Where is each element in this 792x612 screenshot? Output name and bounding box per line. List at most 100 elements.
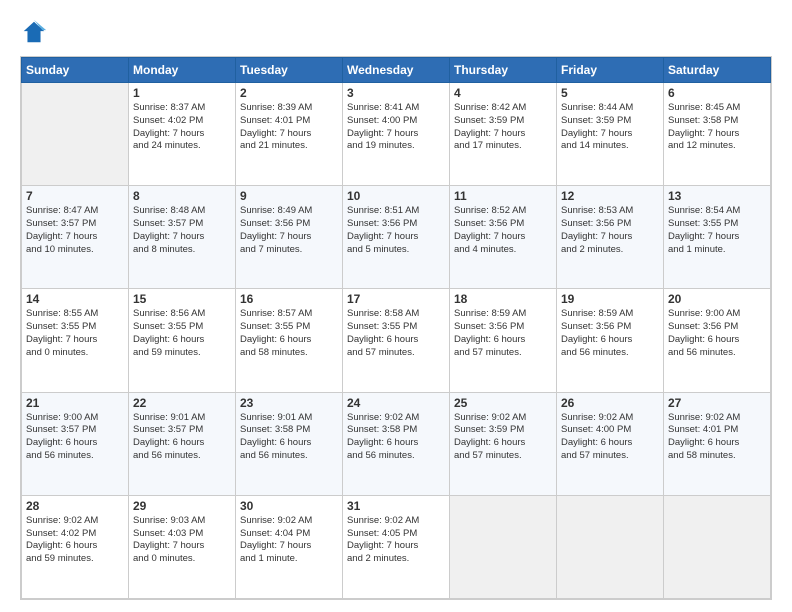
calendar-cell: 24Sunrise: 9:02 AM Sunset: 3:58 PM Dayli… — [343, 392, 450, 495]
calendar-cell: 5Sunrise: 8:44 AM Sunset: 3:59 PM Daylig… — [557, 83, 664, 186]
day-number: 15 — [133, 292, 231, 306]
weekday-thursday: Thursday — [450, 58, 557, 83]
day-info: Sunrise: 9:01 AM Sunset: 3:58 PM Dayligh… — [240, 412, 338, 463]
calendar-cell: 27Sunrise: 9:02 AM Sunset: 4:01 PM Dayli… — [664, 392, 771, 495]
logo — [20, 18, 52, 46]
calendar-body: 1 Sunrise: 8:37 AM Sunset: 4:02 PM Daylig… — [22, 83, 771, 599]
week-row-3: 14Sunrise: 8:55 AM Sunset: 3:55 PM Dayli… — [22, 289, 771, 392]
calendar-cell: 8Sunrise: 8:48 AM Sunset: 3:57 PM Daylig… — [129, 186, 236, 289]
day-number: 10 — [347, 189, 445, 203]
calendar-cell: 7Sunrise: 8:47 AM Sunset: 3:57 PM Daylig… — [22, 186, 129, 289]
day-number: 29 — [133, 499, 231, 513]
day-info: Sunrise: 9:02 AM Sunset: 3:58 PM Dayligh… — [347, 412, 445, 463]
day-number: 21 — [26, 396, 124, 410]
day-number: 3 — [347, 86, 445, 100]
calendar-cell: 2 Sunrise: 8:39 AM Sunset: 4:01 PM Daylig… — [236, 83, 343, 186]
calendar-cell: 3 Sunrise: 8:41 AM Sunset: 4:00 PM Daylig… — [343, 83, 450, 186]
day-number: 16 — [240, 292, 338, 306]
day-info: Sunrise: 9:02 AM Sunset: 4:05 PM Dayligh… — [347, 515, 445, 566]
calendar-cell: 10 Sunrise: 8:51 AM Sunset: 3:56 PM Dayli… — [343, 186, 450, 289]
day-info: Sunrise: 8:55 AM Sunset: 3:55 PM Dayligh… — [26, 308, 124, 359]
calendar-cell: 15 Sunrise: 8:56 AM Sunset: 3:55 PM Dayli… — [129, 289, 236, 392]
day-info: Sunrise: 8:56 AM Sunset: 3:55 PM Dayligh… — [133, 308, 231, 359]
weekday-wednesday: Wednesday — [343, 58, 450, 83]
day-number: 19 — [561, 292, 659, 306]
calendar-cell: 1 Sunrise: 8:37 AM Sunset: 4:02 PM Daylig… — [129, 83, 236, 186]
calendar-cell — [22, 83, 129, 186]
day-info: Sunrise: 8:49 AM Sunset: 3:56 PM Dayligh… — [240, 205, 338, 256]
calendar-cell: 26 Sunrise: 9:02 AM Sunset: 4:00 PM Dayli… — [557, 392, 664, 495]
calendar-cell — [557, 495, 664, 598]
calendar-cell: 25Sunrise: 9:02 AM Sunset: 3:59 PM Dayli… — [450, 392, 557, 495]
calendar-cell: 13 Sunrise: 8:54 AM Sunset: 3:55 PM Dayli… — [664, 186, 771, 289]
day-info: Sunrise: 8:45 AM Sunset: 3:58 PM Dayligh… — [668, 102, 766, 153]
day-info: Sunrise: 9:01 AM Sunset: 3:57 PM Dayligh… — [133, 412, 231, 463]
day-number: 9 — [240, 189, 338, 203]
day-number: 2 — [240, 86, 338, 100]
day-info: Sunrise: 9:02 AM Sunset: 4:02 PM Dayligh… — [26, 515, 124, 566]
calendar-cell: 14Sunrise: 8:55 AM Sunset: 3:55 PM Dayli… — [22, 289, 129, 392]
day-number: 13 — [668, 189, 766, 203]
day-info: Sunrise: 9:00 AM Sunset: 3:56 PM Dayligh… — [668, 308, 766, 359]
calendar-cell: 16 Sunrise: 8:57 AM Sunset: 3:55 PM Dayli… — [236, 289, 343, 392]
day-number: 31 — [347, 499, 445, 513]
calendar-cell: 6 Sunrise: 8:45 AM Sunset: 3:58 PM Daylig… — [664, 83, 771, 186]
day-info: Sunrise: 9:00 AM Sunset: 3:57 PM Dayligh… — [26, 412, 124, 463]
day-info: Sunrise: 8:59 AM Sunset: 3:56 PM Dayligh… — [454, 308, 552, 359]
week-row-1: 1 Sunrise: 8:37 AM Sunset: 4:02 PM Daylig… — [22, 83, 771, 186]
day-number: 30 — [240, 499, 338, 513]
day-info: Sunrise: 9:02 AM Sunset: 3:59 PM Dayligh… — [454, 412, 552, 463]
day-info: Sunrise: 8:53 AM Sunset: 3:56 PM Dayligh… — [561, 205, 659, 256]
day-number: 17 — [347, 292, 445, 306]
calendar-header: SundayMondayTuesdayWednesdayThursdayFrid… — [22, 58, 771, 83]
page: SundayMondayTuesdayWednesdayThursdayFrid… — [0, 0, 792, 612]
day-info: Sunrise: 8:37 AM Sunset: 4:02 PM Dayligh… — [133, 102, 231, 153]
calendar-cell: 31 Sunrise: 9:02 AM Sunset: 4:05 PM Dayli… — [343, 495, 450, 598]
day-number: 22 — [133, 396, 231, 410]
day-number: 11 — [454, 189, 552, 203]
day-info: Sunrise: 9:02 AM Sunset: 4:00 PM Dayligh… — [561, 412, 659, 463]
calendar-cell: 17Sunrise: 8:58 AM Sunset: 3:55 PM Dayli… — [343, 289, 450, 392]
day-info: Sunrise: 8:57 AM Sunset: 3:55 PM Dayligh… — [240, 308, 338, 359]
logo-icon — [20, 18, 48, 46]
calendar-cell: 23 Sunrise: 9:01 AM Sunset: 3:58 PM Dayli… — [236, 392, 343, 495]
calendar-cell: 22 Sunrise: 9:01 AM Sunset: 3:57 PM Dayli… — [129, 392, 236, 495]
weekday-monday: Monday — [129, 58, 236, 83]
day-number: 18 — [454, 292, 552, 306]
day-number: 1 — [133, 86, 231, 100]
day-number: 6 — [668, 86, 766, 100]
day-info: Sunrise: 8:39 AM Sunset: 4:01 PM Dayligh… — [240, 102, 338, 153]
calendar: SundayMondayTuesdayWednesdayThursdayFrid… — [20, 56, 772, 600]
calendar-cell: 11Sunrise: 8:52 AM Sunset: 3:56 PM Dayli… — [450, 186, 557, 289]
day-number: 26 — [561, 396, 659, 410]
day-number: 20 — [668, 292, 766, 306]
day-number: 23 — [240, 396, 338, 410]
day-info: Sunrise: 8:51 AM Sunset: 3:56 PM Dayligh… — [347, 205, 445, 256]
weekday-saturday: Saturday — [664, 58, 771, 83]
day-info: Sunrise: 8:41 AM Sunset: 4:00 PM Dayligh… — [347, 102, 445, 153]
weekday-row: SundayMondayTuesdayWednesdayThursdayFrid… — [22, 58, 771, 83]
calendar-cell — [664, 495, 771, 598]
calendar-cell: 20 Sunrise: 9:00 AM Sunset: 3:56 PM Dayli… — [664, 289, 771, 392]
week-row-5: 28 Sunrise: 9:02 AM Sunset: 4:02 PM Dayli… — [22, 495, 771, 598]
calendar-cell: 18 Sunrise: 8:59 AM Sunset: 3:56 PM Dayli… — [450, 289, 557, 392]
day-number: 7 — [26, 189, 124, 203]
day-info: Sunrise: 8:59 AM Sunset: 3:56 PM Dayligh… — [561, 308, 659, 359]
day-info: Sunrise: 8:48 AM Sunset: 3:57 PM Dayligh… — [133, 205, 231, 256]
day-info: Sunrise: 8:44 AM Sunset: 3:59 PM Dayligh… — [561, 102, 659, 153]
day-info: Sunrise: 8:42 AM Sunset: 3:59 PM Dayligh… — [454, 102, 552, 153]
calendar-cell: 29Sunrise: 9:03 AM Sunset: 4:03 PM Dayli… — [129, 495, 236, 598]
day-info: Sunrise: 8:54 AM Sunset: 3:55 PM Dayligh… — [668, 205, 766, 256]
calendar-cell: 12Sunrise: 8:53 AM Sunset: 3:56 PM Dayli… — [557, 186, 664, 289]
header — [20, 18, 772, 46]
weekday-friday: Friday — [557, 58, 664, 83]
calendar-table: SundayMondayTuesdayWednesdayThursdayFrid… — [21, 57, 771, 599]
calendar-cell: 9 Sunrise: 8:49 AM Sunset: 3:56 PM Daylig… — [236, 186, 343, 289]
calendar-cell: 21 Sunrise: 9:00 AM Sunset: 3:57 PM Dayli… — [22, 392, 129, 495]
calendar-cell: 19 Sunrise: 8:59 AM Sunset: 3:56 PM Dayli… — [557, 289, 664, 392]
calendar-cell — [450, 495, 557, 598]
day-number: 28 — [26, 499, 124, 513]
calendar-cell: 30Sunrise: 9:02 AM Sunset: 4:04 PM Dayli… — [236, 495, 343, 598]
week-row-2: 7Sunrise: 8:47 AM Sunset: 3:57 PM Daylig… — [22, 186, 771, 289]
day-info: Sunrise: 9:02 AM Sunset: 4:01 PM Dayligh… — [668, 412, 766, 463]
